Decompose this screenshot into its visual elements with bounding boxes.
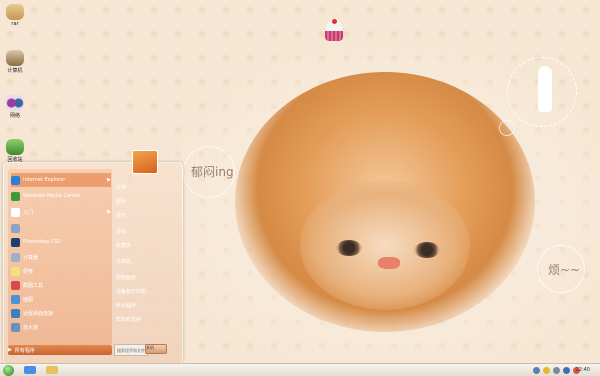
start-right-help-support[interactable]: 帮助和支持 — [116, 313, 174, 325]
cupcake-decoration — [321, 19, 347, 45]
desktop-icon-rar[interactable]: rar — [2, 4, 28, 27]
start-item-snipping-tool[interactable]: 截图工具 — [11, 278, 111, 292]
computer-icon — [6, 50, 24, 66]
start-item-photoshop[interactable]: Photoshop CS5 — [11, 235, 111, 249]
start-right-default-programs[interactable]: 默认程序 — [116, 299, 174, 311]
wallpaper-cat-left-eye — [336, 240, 362, 256]
small-bubble — [499, 120, 515, 136]
generic-app-icon — [11, 223, 20, 233]
start-item-ie[interactable]: Internet Explorer ▶ — [11, 173, 111, 187]
calculator-icon — [11, 252, 20, 262]
wallpaper-cat-nose — [378, 257, 400, 269]
sticky-notes-icon — [11, 266, 20, 276]
user-picture — [132, 150, 158, 174]
network-icon — [6, 95, 24, 111]
snipping-tool-icon — [11, 280, 20, 290]
network-tray-icon[interactable] — [533, 366, 540, 374]
start-right-pictures[interactable]: 图片 — [116, 195, 174, 207]
bubble-text-annoyed: 烦~~ — [548, 263, 581, 277]
start-item-paint[interactable]: 画图 — [11, 292, 111, 306]
cat-clock-gadget[interactable] — [507, 57, 577, 127]
start-search-input[interactable] — [114, 344, 148, 356]
qq-tray-icon[interactable] — [543, 366, 550, 374]
start-right-documents[interactable]: 文档 — [116, 181, 174, 193]
ie-icon — [11, 175, 20, 185]
folder-icon — [6, 4, 24, 20]
start-right-devices-printers[interactable]: 设备和打印机 — [116, 285, 174, 297]
shutdown-button[interactable]: 关机 — [145, 344, 167, 354]
taskbar: 22:40 — [0, 363, 600, 376]
chevron-right-icon: ▶ — [107, 177, 111, 183]
taskbar-clock[interactable]: 22:40 — [576, 367, 590, 373]
desktop-icon-recycle-bin[interactable]: 回收站 — [2, 139, 28, 163]
all-programs-button[interactable]: ▶ 所有程序 — [8, 345, 112, 355]
start-right-control-panel[interactable]: 控制面板 — [116, 271, 174, 283]
paint-icon — [11, 294, 20, 304]
volume-tray-icon[interactable] — [553, 366, 560, 374]
start-orb-button[interactable] — [3, 364, 14, 376]
start-right-computer[interactable]: 计算机 — [116, 255, 174, 267]
photoshop-icon — [11, 237, 20, 247]
start-item-getting-started[interactable]: 入门 ▶ — [11, 205, 111, 219]
start-item-generic[interactable] — [11, 221, 111, 235]
start-item-magnifier[interactable]: 放大镜 — [11, 320, 111, 334]
start-menu: Internet Explorer ▶ Windows Media Center… — [3, 162, 183, 364]
wallpaper-cat-face — [300, 180, 470, 310]
start-right-music[interactable]: 音乐 — [116, 209, 174, 221]
wallpaper-cat-right-eye — [414, 242, 440, 258]
desktop-icon-computer[interactable]: 计算机 — [2, 50, 28, 74]
ime-tray-icon[interactable] — [563, 366, 570, 374]
bubble-text-depressed: 郁闷ing — [191, 165, 234, 179]
start-item-media-center[interactable]: Windows Media Center — [11, 189, 111, 203]
start-item-calculator[interactable]: 计算器 — [11, 250, 111, 264]
start-item-sticky-notes[interactable]: 便笺 — [11, 264, 111, 278]
recycle-bin-icon — [6, 139, 24, 155]
chevron-right-icon: ▶ — [107, 209, 111, 215]
media-center-icon — [11, 191, 20, 201]
remote-desktop-icon — [11, 308, 20, 318]
explorer-icon[interactable] — [46, 366, 58, 374]
magnifier-icon — [11, 322, 20, 332]
start-right-favorites[interactable]: 收藏夹 — [116, 239, 174, 251]
desktop-icon-network[interactable]: 网络 — [2, 95, 28, 119]
ie-icon[interactable] — [24, 366, 36, 374]
start-item-remote-desktop[interactable]: 远程桌面连接 — [11, 306, 111, 320]
triangle-right-icon: ▶ — [8, 347, 12, 353]
start-right-games[interactable]: 游戏 — [116, 225, 174, 237]
getting-started-icon — [11, 207, 20, 217]
start-menu-programs-pane: Internet Explorer ▶ Windows Media Center… — [8, 169, 112, 345]
